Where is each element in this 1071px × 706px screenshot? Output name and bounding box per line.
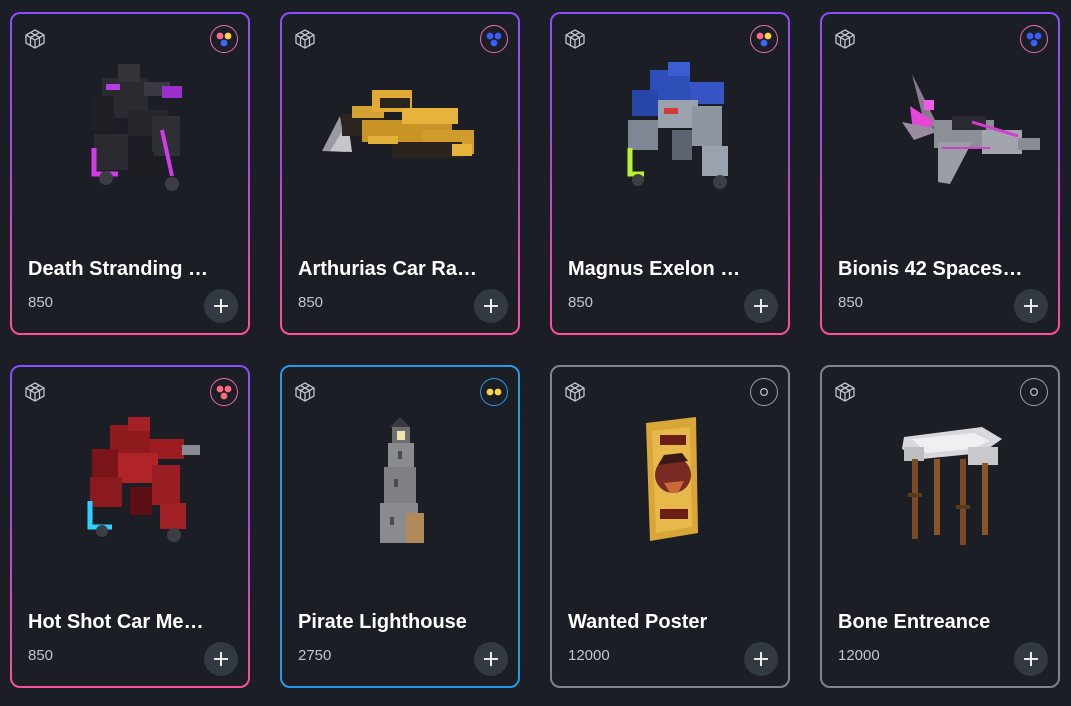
add-button[interactable]: [204, 289, 238, 323]
item-price: 850: [838, 294, 864, 311]
spaceship-icon: [902, 74, 1040, 184]
rarity-badge-icon: [210, 378, 238, 406]
item-price: 2750: [298, 647, 332, 664]
add-button[interactable]: [1014, 642, 1048, 676]
add-button[interactable]: [474, 642, 508, 676]
rarity-badge-icon: [210, 25, 238, 53]
item-title: Bionis 42 Spaceship: [838, 258, 1024, 280]
3d-cube-icon: [835, 29, 855, 49]
item-price: 850: [28, 647, 54, 664]
add-button[interactable]: [744, 642, 778, 676]
3d-cube-icon: [25, 29, 45, 49]
gold-racer-car-icon: [322, 90, 474, 158]
rarity-badge-icon: [750, 378, 778, 406]
item-price: 850: [28, 294, 54, 311]
plus-icon: [484, 652, 498, 666]
add-button[interactable]: [744, 289, 778, 323]
item-card[interactable]: Hot Shot Car Mec… 850: [10, 365, 250, 688]
item-card[interactable]: Pirate Lighthouse 2750: [280, 365, 520, 688]
item-price: 12000: [838, 647, 880, 664]
robot-blue-icon: [627, 62, 728, 189]
item-card[interactable]: Wanted Poster 12000: [550, 365, 790, 688]
rarity-badge-icon: [1020, 25, 1048, 53]
plus-icon: [754, 299, 768, 313]
wanted-poster-icon: [646, 417, 698, 541]
item-title: Hot Shot Car Mec…: [28, 611, 214, 633]
item-price: 12000: [568, 647, 610, 664]
3d-cube-icon: [295, 382, 315, 402]
rarity-badge-icon: [480, 25, 508, 53]
item-title: Death Stranding …: [28, 258, 209, 280]
plus-icon: [754, 652, 768, 666]
plus-icon: [484, 299, 498, 313]
item-title: Wanted Poster: [568, 611, 708, 633]
3d-cube-icon: [565, 382, 585, 402]
item-grid: Death Stranding … 850 Arthurias Car Race…: [10, 12, 1060, 688]
rarity-badge-icon: [1020, 378, 1048, 406]
plus-icon: [214, 652, 228, 666]
item-price: 850: [568, 294, 594, 311]
plus-icon: [1024, 299, 1038, 313]
3d-cube-icon: [25, 382, 45, 402]
item-price: 850: [298, 294, 324, 311]
item-card[interactable]: Death Stranding … 850: [10, 12, 250, 335]
item-card[interactable]: Bionis 42 Spaceship 850: [820, 12, 1060, 335]
add-button[interactable]: [474, 289, 508, 323]
robot-red-icon: [87, 417, 200, 542]
item-title: Arthurias Car Racer: [298, 258, 484, 280]
3d-cube-icon: [835, 382, 855, 402]
3d-cube-icon: [565, 29, 585, 49]
item-title: Pirate Lighthouse: [298, 611, 467, 633]
item-title: Magnus Exelon M…: [568, 258, 754, 280]
rarity-badge-icon: [480, 378, 508, 406]
plus-icon: [1024, 652, 1038, 666]
item-title: Bone Entreance: [838, 611, 991, 633]
rarity-badge-icon: [750, 25, 778, 53]
add-button[interactable]: [204, 642, 238, 676]
3d-cube-icon: [295, 29, 315, 49]
lighthouse-icon: [380, 417, 424, 543]
robot-purple-icon: [91, 64, 182, 191]
item-card[interactable]: Bone Entreance 12000: [820, 365, 1060, 688]
item-card[interactable]: Magnus Exelon M… 850: [550, 12, 790, 335]
add-button[interactable]: [1014, 289, 1048, 323]
plus-icon: [214, 299, 228, 313]
item-card[interactable]: Arthurias Car Racer 850: [280, 12, 520, 335]
bone-gate-icon: [902, 427, 1002, 545]
